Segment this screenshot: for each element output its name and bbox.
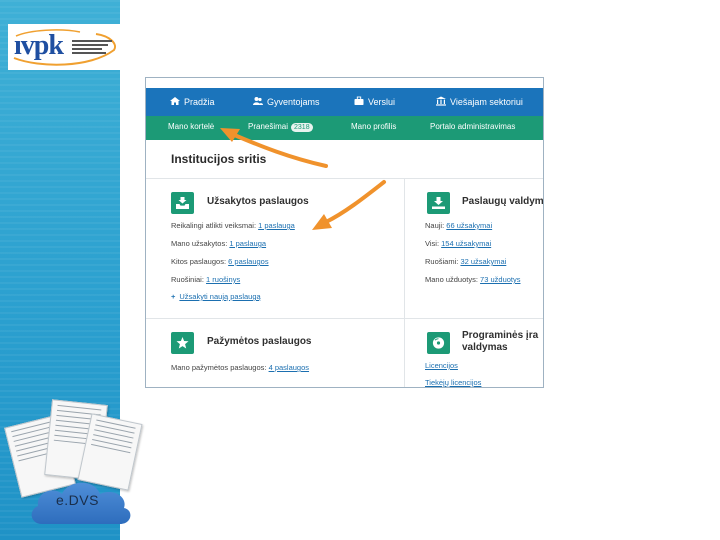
row-link[interactable]: 66 užsakymai <box>446 221 492 230</box>
briefcase-icon <box>354 96 364 105</box>
nav-item-label: Gyventojams <box>267 97 320 107</box>
row-link[interactable]: 32 užsakymai <box>460 257 506 266</box>
nav-item-label: Pradžia <box>184 97 215 107</box>
list-item: Tiekėjų licencijos <box>425 378 481 387</box>
list-item: Nauji: 66 užsakymai <box>425 221 492 230</box>
row-label: Reikalingi atlikti veiksmai: <box>171 221 257 230</box>
logo-brand: ıvpk <box>14 30 64 61</box>
row-label: Kitos paslaugos: <box>171 257 227 266</box>
cloud-label: e.DVS <box>56 492 99 508</box>
row-link[interactable]: 6 paslaugos <box>228 257 268 266</box>
ivpk-logo: ıvpk <box>8 24 120 70</box>
card-title-line: Programinės įra <box>462 330 539 341</box>
row-label: Mano pažymėtos paslaugos: <box>171 363 267 372</box>
card-title-line: valdymas <box>462 342 508 353</box>
row-label: Nauji: <box>425 221 445 230</box>
card-title: Paslaugų valdyma <box>462 196 544 207</box>
edvs-illustration: e.DVS <box>4 396 143 532</box>
row-link[interactable]: 73 užduotys <box>480 275 520 284</box>
nav-item-label: Verslui <box>368 97 396 107</box>
row-label: Mano užduotys: <box>425 275 478 284</box>
row-link[interactable]: 1 paslauga <box>258 221 295 230</box>
nav-item-business[interactable]: Verslui <box>354 96 395 107</box>
people-icon <box>253 97 263 105</box>
subnav-item-admin[interactable]: Portalo administravimas <box>430 122 515 131</box>
row-label: Mano užsakytos: <box>171 239 228 248</box>
download-tray-icon <box>432 197 445 209</box>
inbox-download-icon <box>176 197 189 209</box>
disc-icon <box>432 337 445 349</box>
list-item: Ruošiami: 32 užsakymai <box>425 257 506 266</box>
row-link[interactable]: 4 paslaugos <box>269 363 309 372</box>
home-icon <box>170 97 180 105</box>
logo-small-text <box>72 40 116 58</box>
software-management-icon <box>427 332 450 354</box>
link-label: Užsakyti naują paslaugą <box>179 292 261 301</box>
top-navigation: Pradžia Gyventojams Verslui Viešajam sek… <box>146 88 543 116</box>
pointer-arrow-icon <box>220 128 328 168</box>
star-icon <box>176 337 189 349</box>
supplier-licenses-link[interactable]: Tiekėjų licencijos <box>425 378 481 387</box>
list-item: Mano pažymėtos paslaugos: 4 paslaugos <box>171 363 309 372</box>
row-link[interactable]: 1 ruošinys <box>206 275 240 284</box>
nav-item-residents[interactable]: Gyventojams <box>253 96 320 107</box>
list-item: Reikalingi atlikti veiksmai: 1 paslauga <box>171 221 295 230</box>
nav-item-public-sector[interactable]: Viešajam sektoriui <box>436 96 523 107</box>
row-link[interactable]: 154 užsakymai <box>441 239 491 248</box>
row-label: Visi: <box>425 239 440 248</box>
plus-icon: + <box>171 292 176 301</box>
subnav-item-my-card[interactable]: Mano kortelė <box>168 122 214 131</box>
list-item: Visi: 154 užsakymai <box>425 239 491 248</box>
row-label: Ruošiniai: <box>171 275 204 284</box>
card-title: Užsakytos paslaugos <box>207 196 309 207</box>
sub-navigation: Mano kortelė Pranešimai 2318 Mano profili… <box>146 116 543 140</box>
divider <box>404 178 405 387</box>
list-item: Mano užsakytos: 1 paslauga <box>171 239 266 248</box>
list-item: Kitos paslaugos: 6 paslaugos <box>171 257 269 266</box>
order-new-service-link[interactable]: + Užsakyti naują paslaugą <box>171 292 261 301</box>
list-item: Licencijos <box>425 361 458 370</box>
ordered-services-icon <box>171 192 194 214</box>
row-label: Ruošiami: <box>425 257 459 266</box>
nav-item-home[interactable]: Pradžia <box>170 96 215 107</box>
pointer-arrow-icon <box>312 180 386 230</box>
nav-item-label: Viešajam sektoriui <box>450 97 523 107</box>
institution-icon <box>436 96 446 106</box>
card-title: Pažymėtos paslaugos <box>207 336 312 347</box>
row-link[interactable]: 1 paslauga <box>229 239 266 248</box>
list-item: Mano užduotys: 73 užduotys <box>425 275 521 284</box>
subnav-item-profile[interactable]: Mano profilis <box>351 122 396 131</box>
list-item: Ruošiniai: 1 ruošinys <box>171 275 240 284</box>
service-management-icon <box>427 192 450 214</box>
card-title: Programinės įra valdymas <box>462 330 538 354</box>
licenses-link[interactable]: Licencijos <box>425 361 458 370</box>
marked-services-icon <box>171 332 194 354</box>
divider <box>146 318 543 319</box>
